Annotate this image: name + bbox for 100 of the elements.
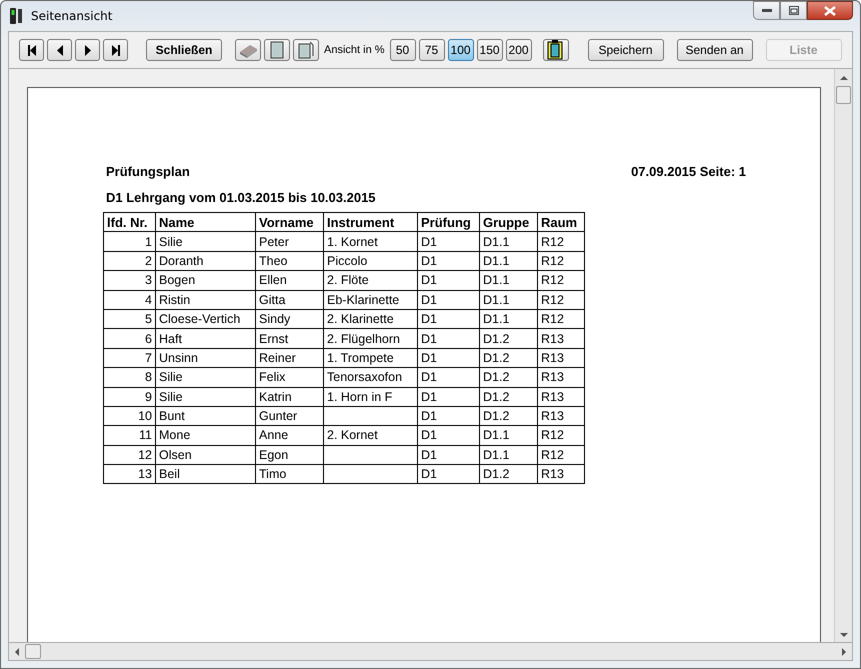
column-header: Raum [538, 212, 584, 232]
table-cell: D1.1 [483, 273, 510, 288]
table-cell: Egon [259, 448, 288, 462]
column-header: Gruppe [480, 212, 538, 232]
table-cell: Silie [159, 390, 183, 404]
minimize-button[interactable] [753, 1, 780, 20]
table-cell: D1.2 [483, 350, 510, 365]
table-cell: D1 [421, 292, 437, 307]
table-cell: 8 [145, 370, 152, 384]
column-header: lfd. Nr. [104, 212, 156, 232]
first-page-button[interactable] [19, 39, 44, 61]
report-date-page: 07.09.2015 Seite: 1 [631, 164, 746, 179]
report-subtitle: D1 Lehrgang vom 01.03.2015 bis 10.03.2015 [106, 190, 377, 205]
column-header: Vorname [256, 212, 324, 232]
scroll-down-icon[interactable] [840, 633, 848, 638]
vertical-scrollbar[interactable] [834, 69, 852, 642]
table-cell: D1.1 [483, 428, 510, 442]
table-cell: 2. Flöte [327, 273, 369, 288]
table-cell: Bogen [159, 273, 196, 288]
close-preview-button[interactable]: Schließen [146, 39, 222, 61]
table-cell: 1. Trompete [327, 350, 394, 365]
table-cell: 3 [145, 273, 152, 288]
table-cell: D1 [421, 409, 437, 424]
table-cell: 11 [139, 428, 152, 442]
horizontal-scrollbar[interactable] [9, 642, 852, 660]
toolbar-button[interactable]: Senden an [676, 39, 753, 61]
table-cell: 4 [145, 292, 152, 307]
table-cell: R12 [541, 292, 564, 307]
zoom-button[interactable]: 50 [390, 39, 416, 61]
previous-page-button[interactable] [47, 39, 72, 61]
table-cell: 12 [138, 448, 152, 462]
last-page-button[interactable] [103, 39, 128, 61]
app-icon [9, 7, 23, 25]
table-cell: D1 [421, 254, 437, 268]
table-cell: Ristin [159, 292, 190, 307]
table-cell: Tenorsaxofon [327, 370, 402, 384]
clipboard-button[interactable] [542, 39, 569, 61]
table-cell: Ellen [259, 273, 287, 288]
table-cell: Mone [159, 428, 190, 442]
table-cell: Anne [259, 428, 288, 442]
table-cell: D1.2 [483, 370, 510, 384]
print-button[interactable] [235, 39, 261, 61]
table-cell: D1 [421, 234, 437, 249]
table-cell: Gitta [259, 292, 286, 307]
previous-icon [56, 44, 64, 56]
table-cell: R12 [541, 428, 564, 442]
table-cell: Peter [259, 234, 289, 249]
table-cell: Bunt [159, 409, 185, 424]
table-cell: Haft [159, 332, 182, 346]
table-cell: Ernst [259, 332, 288, 346]
scroll-up-icon[interactable] [840, 75, 848, 80]
close-button[interactable] [807, 1, 853, 20]
table-cell: 2. Flügelhorn [327, 332, 400, 346]
table-cell: D1.1 [483, 312, 510, 326]
table-cell: D1.1 [483, 254, 510, 268]
table-cell: Silie [159, 370, 183, 384]
zoom-button[interactable]: 150 [476, 39, 503, 61]
table-cell: 10 [138, 409, 152, 424]
table-cell: 1. Kornet [327, 234, 378, 249]
scroll-right-icon[interactable] [842, 648, 847, 656]
table-cell: R13 [541, 332, 564, 346]
maximize-button[interactable] [780, 1, 807, 20]
table-cell: D1 [421, 390, 437, 404]
table-cell: R12 [541, 312, 564, 326]
table-cell: 1. Horn in F [327, 390, 392, 404]
scroll-left-icon[interactable] [14, 648, 19, 656]
minimize-icon [762, 8, 772, 12]
table-cell: Gunter [259, 409, 298, 424]
zoom-button[interactable]: 200 [506, 39, 532, 61]
maximize-icon [788, 6, 798, 15]
table-cell: R13 [541, 390, 564, 404]
table-cell: D1 [421, 370, 437, 384]
column-header: Name [156, 212, 256, 232]
zoom-button[interactable]: 100 [448, 39, 474, 61]
table-cell: Eb-Klarinette [327, 292, 400, 307]
table-cell: 9 [145, 390, 152, 404]
toolbar-button[interactable]: Speichern [588, 39, 664, 61]
scroll-thumb[interactable] [25, 644, 41, 659]
table-cell: R12 [541, 273, 564, 288]
scroll-thumb[interactable] [836, 86, 851, 104]
table-cell: 13 [138, 467, 152, 482]
page-icon-button[interactable] [264, 39, 290, 61]
table-cell: D1.2 [483, 332, 510, 346]
table-cell: R13 [541, 370, 564, 384]
next-page-button[interactable] [75, 39, 100, 61]
table-cell: D1.1 [483, 234, 510, 249]
table-cell: D1 [421, 312, 437, 326]
table-cell: D1 [421, 428, 437, 442]
table-cell: R13 [541, 350, 564, 365]
table-cell: Katrin [259, 390, 292, 404]
table-cell: Timo [259, 467, 286, 482]
zoom-button[interactable]: 75 [418, 39, 445, 61]
table-cell: R12 [541, 254, 564, 268]
pages-icon-button[interactable] [293, 39, 319, 61]
column-header: Instrument [324, 212, 418, 232]
next-icon [84, 44, 92, 56]
table-cell: D1 [421, 332, 437, 346]
table-cell: D1 [421, 467, 437, 482]
table-cell: D1 [421, 350, 437, 365]
table-cell: Doranth [159, 254, 204, 268]
